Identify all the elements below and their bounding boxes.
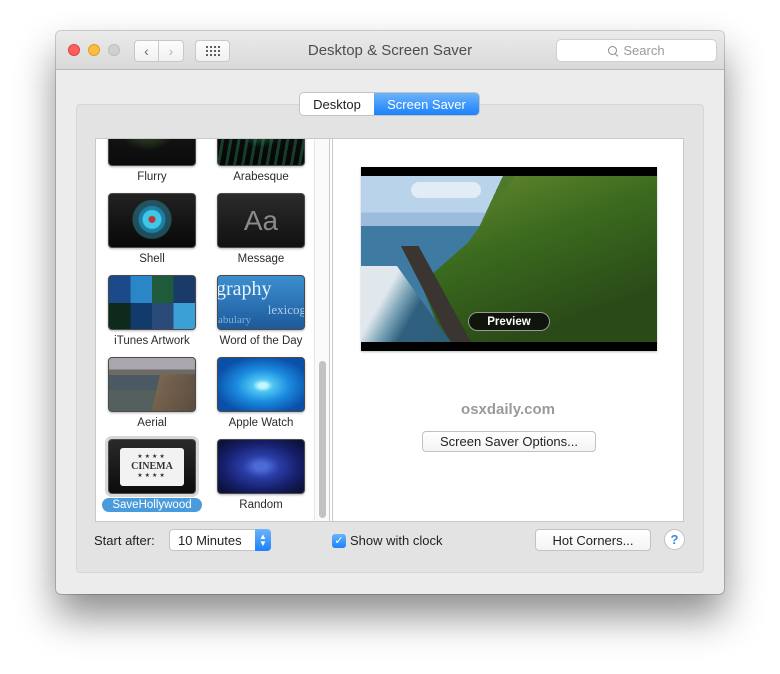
screensaver-item-shell[interactable]: Shell xyxy=(108,193,196,275)
word-of-the-day-thumbnail: graphy lexicog abulary xyxy=(217,275,305,330)
screensaver-item-savehollywood[interactable]: ★★★★ CINEMA ★★★★ SaveHollywood xyxy=(102,439,202,521)
screensaver-list[interactable]: Flurry Arabesque Shell Aa Message iTunes… xyxy=(95,138,333,522)
screensaver-label: Shell xyxy=(139,253,165,265)
flurry-thumbnail xyxy=(108,139,196,166)
ticket-stars: ★★★★ xyxy=(137,454,167,460)
thumb-word: graphy xyxy=(217,278,272,300)
screensaver-item-apple-watch[interactable]: Apple Watch xyxy=(217,357,305,439)
hot-corners-button[interactable]: Hot Corners... xyxy=(535,529,651,551)
screensaver-item-aerial[interactable]: Aerial xyxy=(108,357,196,439)
search-placeholder: Search xyxy=(623,43,665,58)
tab-desktop[interactable]: Desktop xyxy=(300,93,374,115)
message-thumb-text: Aa xyxy=(243,204,279,236)
cinema-ticket-icon: ★★★★ CINEMA ★★★★ xyxy=(120,447,184,486)
show-with-clock[interactable]: ✓ Show with clock xyxy=(332,533,442,548)
ticket-text: CINEMA xyxy=(131,461,173,472)
preview-button[interactable]: Preview xyxy=(468,312,550,331)
thumb-word: lexicog xyxy=(267,302,305,317)
ticket-stars: ★★★★ xyxy=(137,473,167,479)
show-clock-checkbox[interactable]: ✓ xyxy=(332,533,346,548)
screensaver-label: Arabesque xyxy=(233,171,289,183)
popup-arrows-icon: ▲ ▼ xyxy=(255,529,271,551)
screensaver-item-itunes-artwork[interactable]: iTunes Artwork xyxy=(108,275,196,357)
screensaver-label: Word of the Day xyxy=(219,335,303,347)
aerial-thumbnail xyxy=(108,357,196,412)
preferences-window: ‹ › Desktop & Screen Saver Search Deskto… xyxy=(56,31,724,594)
tab-control: Desktop Screen Saver xyxy=(300,93,479,115)
screen-saver-options-button[interactable]: Screen Saver Options... xyxy=(422,431,596,452)
itunes-artwork-thumbnail xyxy=(108,275,196,330)
start-after-select[interactable]: 10 Minutes ▲ ▼ xyxy=(169,529,271,551)
random-thumbnail xyxy=(217,439,305,494)
screensaver-label-selected: SaveHollywood xyxy=(102,498,202,512)
screensaver-item-message[interactable]: Aa Message xyxy=(217,193,305,275)
screensaver-item-flurry[interactable]: Flurry xyxy=(108,139,196,193)
screensaver-label: iTunes Artwork xyxy=(114,335,190,347)
savehollywood-thumbnail: ★★★★ CINEMA ★★★★ xyxy=(108,439,196,494)
title-bar[interactable]: ‹ › Desktop & Screen Saver Search xyxy=(56,31,724,70)
search-icon xyxy=(608,45,618,56)
arabesque-thumbnail xyxy=(217,139,305,166)
shell-thumbnail xyxy=(108,193,196,248)
thumb-word: abulary xyxy=(218,314,251,326)
start-after-value: 10 Minutes xyxy=(178,532,242,548)
screensaver-label: Random xyxy=(239,499,283,511)
tab-screen-saver[interactable]: Screen Saver xyxy=(374,93,479,115)
screensaver-label: Aerial xyxy=(137,417,167,429)
preview-screen: Preview xyxy=(361,167,657,351)
screensaver-item-word-of-the-day[interactable]: graphy lexicog abulary Word of the Day xyxy=(217,275,305,357)
show-clock-label: Show with clock xyxy=(350,533,443,548)
screensaver-item-arabesque[interactable]: Arabesque xyxy=(217,139,305,193)
screensaver-item-random[interactable]: Random xyxy=(217,439,305,521)
screensaver-label: Apple Watch xyxy=(228,417,294,429)
search-field[interactable]: Search xyxy=(556,39,717,62)
preview-pane: Preview osxdaily.com Screen Saver Option… xyxy=(332,138,684,522)
apple-watch-thumbnail xyxy=(217,357,305,412)
screensaver-label: Flurry xyxy=(137,171,167,183)
screensaver-label: Message xyxy=(237,253,285,265)
list-scrollbar[interactable] xyxy=(314,138,330,522)
watermark-text: osxdaily.com xyxy=(461,401,555,418)
start-after-label: Start after: xyxy=(94,533,155,548)
scrollbar-thumb[interactable] xyxy=(319,361,326,518)
help-button[interactable]: ? xyxy=(664,529,685,550)
message-thumbnail: Aa xyxy=(217,193,305,248)
